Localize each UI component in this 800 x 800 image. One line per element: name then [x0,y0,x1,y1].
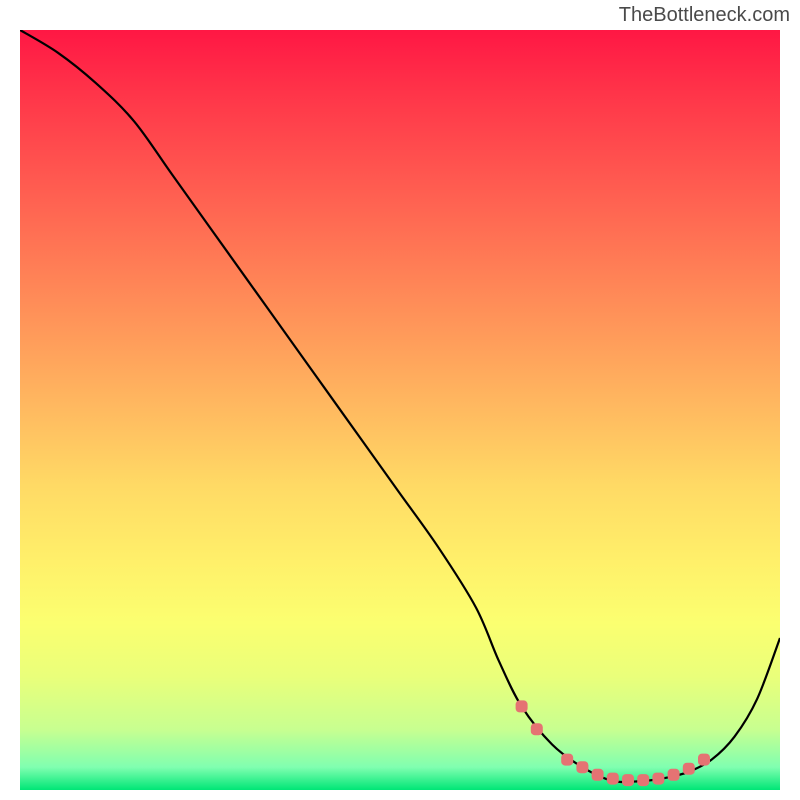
data-marker [622,774,634,786]
data-marker [652,773,664,785]
data-marker [698,754,710,766]
data-marker [637,774,649,786]
data-marker [576,761,588,773]
watermark-text: TheBottleneck.com [619,4,790,27]
data-marker [531,723,543,735]
data-marker [592,769,604,781]
data-marker [683,763,695,775]
chart-container: TheBottleneck.com [0,0,800,800]
plot-area [20,30,780,790]
data-marker [516,700,528,712]
data-marker [561,754,573,766]
bottleneck-curve [20,30,780,782]
data-marker [668,769,680,781]
curve-svg [20,30,780,790]
data-marker [607,773,619,785]
